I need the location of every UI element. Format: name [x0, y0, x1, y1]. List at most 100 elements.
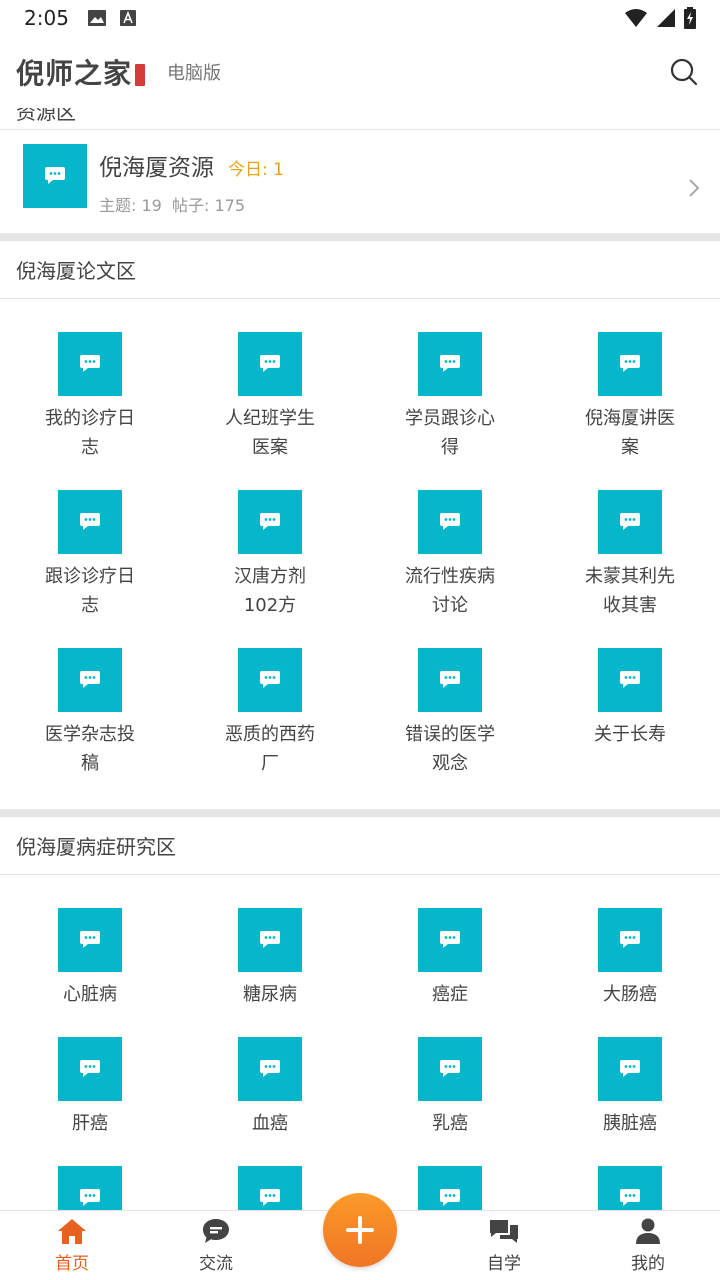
board-stats: 主题: 19 帖子: 175: [99, 196, 246, 215]
board-icon: [23, 144, 87, 208]
board-icon: [58, 1037, 122, 1101]
chat-bubble-icon: [440, 671, 460, 688]
board-icon: [238, 332, 302, 396]
thesis-section-title: 倪海厦论文区: [16, 259, 136, 283]
nav-self-study-label: 自学: [487, 1254, 521, 1274]
signal-icon: [657, 9, 675, 27]
board-icon: [598, 648, 662, 712]
board-tile[interactable]: 血癌: [180, 1037, 360, 1138]
board-tile[interactable]: 错误的医学观念: [360, 648, 540, 778]
board-label: 我的诊疗日志: [45, 408, 135, 458]
status-bar: 2:05: [0, 0, 720, 36]
board-icon: [58, 1166, 122, 1210]
thesis-board-grid: 我的诊疗日志 人纪班学生医案 学员跟诊心得 倪海厦讲医案跟诊诊疗日志 汉唐方剂102方 流…: [0, 332, 720, 778]
board-tile[interactable]: 未蒙其利先收其害: [540, 490, 720, 620]
board-tile[interactable]: 大肠癌: [540, 908, 720, 1009]
search-button[interactable]: [664, 52, 704, 92]
board-tile[interactable]: 心脏病: [0, 908, 180, 1009]
board-tile[interactable]: 癌症: [360, 908, 540, 1009]
board-icon: [598, 1166, 662, 1210]
battery-icon: [684, 7, 696, 29]
chat-bubble-icon: [440, 355, 460, 372]
disease-section-title: 倪海厦病症研究区: [16, 835, 176, 859]
chat-bubble-icon: [440, 1060, 460, 1077]
board-label: 流行性疾病讨论: [405, 566, 495, 616]
board-tile[interactable]: [540, 1166, 720, 1210]
board-icon: [418, 1166, 482, 1210]
board-tile[interactable]: 肝癌: [0, 1037, 180, 1138]
board-tile[interactable]: 我的诊疗日志: [0, 332, 180, 462]
board-label: 肝癌: [72, 1113, 108, 1134]
resource-section-title: 资源区: [16, 108, 76, 124]
chevron-right-icon: [689, 179, 700, 197]
board-tile[interactable]: 关于长寿: [540, 648, 720, 778]
board-label: 医学杂志投稿: [45, 724, 135, 774]
chat-bubble-icon: [620, 1060, 640, 1077]
chat-bubble-icon: [620, 931, 640, 948]
content-scroll-area[interactable]: 资源区 倪海厦资源 今日: 1 主题: 19 帖子: 175 倪海厦论文区 我的…: [0, 108, 720, 1210]
board-today-count: 今日: 1: [228, 160, 284, 180]
board-tile[interactable]: 胰脏癌: [540, 1037, 720, 1138]
board-icon: [238, 648, 302, 712]
chat-bubble-icon: [80, 1060, 100, 1077]
board-tile[interactable]: 医学杂志投稿: [0, 648, 180, 778]
board-icon: [598, 490, 662, 554]
disease-board-grid: 心脏病 糖尿病 癌症 大肠癌肝癌 血癌 乳癌 胰脏癌: [0, 908, 720, 1210]
nav-mine[interactable]: 我的: [576, 1211, 720, 1280]
nav-exchange[interactable]: 交流: [144, 1211, 288, 1280]
board-tile[interactable]: 学员跟诊心得: [360, 332, 540, 462]
board-tile[interactable]: 恶质的西药厂: [180, 648, 360, 778]
font-notification-icon: [119, 10, 136, 26]
board-tile[interactable]: 倪海厦讲医案: [540, 332, 720, 462]
board-label: 糖尿病: [243, 984, 297, 1005]
board-icon: [418, 490, 482, 554]
chat-bubble-icon: [45, 167, 65, 184]
board-icon: [58, 332, 122, 396]
logo-seal-icon: [135, 64, 146, 86]
board-icon: [238, 1166, 302, 1210]
board-label: 血癌: [252, 1113, 288, 1134]
board-icon: [58, 648, 122, 712]
board-tile[interactable]: 乳癌: [360, 1037, 540, 1138]
search-icon: [670, 58, 698, 86]
board-tile[interactable]: 跟诊诊疗日志: [0, 490, 180, 620]
board-label: 倪海厦讲医案: [585, 408, 675, 458]
board-tile[interactable]: [0, 1166, 180, 1210]
board-icon: [58, 490, 122, 554]
image-notification-icon: [87, 10, 106, 26]
board-tile[interactable]: [360, 1166, 540, 1210]
board-tile[interactable]: 流行性疾病讨论: [360, 490, 540, 620]
board-label: 人纪班学生医案: [225, 408, 315, 458]
board-label: 关于长寿: [594, 724, 666, 745]
board-tile[interactable]: 人纪班学生医案: [180, 332, 360, 462]
chat-bubble-icon: [620, 513, 640, 530]
nav-self-study[interactable]: 自学: [432, 1211, 576, 1280]
board-label: 学员跟诊心得: [405, 408, 495, 458]
user-icon: [636, 1218, 660, 1244]
board-tile[interactable]: 汉唐方剂102方: [180, 490, 360, 620]
chat-bubble-icon: [440, 513, 460, 530]
board-label: 胰脏癌: [603, 1113, 657, 1134]
post-fab-button[interactable]: [323, 1193, 397, 1267]
board-row-nihaixia-resources[interactable]: 倪海厦资源 今日: 1 主题: 19 帖子: 175: [0, 130, 720, 234]
nav-mine-label: 我的: [631, 1254, 665, 1274]
board-name: 倪海厦资源: [99, 155, 214, 181]
board-icon: [418, 1037, 482, 1101]
chat-bubble-icon: [440, 1189, 460, 1206]
status-time: 2:05: [24, 6, 69, 30]
chat-icon: [203, 1219, 229, 1243]
board-label: 乳癌: [432, 1113, 468, 1134]
chat-bubble-icon: [80, 1189, 100, 1206]
chat-bubble-icon: [260, 671, 280, 688]
board-tile[interactable]: 糖尿病: [180, 908, 360, 1009]
home-icon: [58, 1219, 86, 1244]
board-label: 错误的医学观念: [405, 724, 495, 774]
nav-home[interactable]: 首页: [0, 1211, 144, 1280]
wifi-icon: [625, 9, 647, 27]
board-icon: [418, 648, 482, 712]
app-header: 倪师之家 电脑版: [0, 36, 720, 108]
board-label: 癌症: [432, 984, 468, 1005]
chat-bubble-icon: [260, 513, 280, 530]
board-label: 心脏病: [63, 984, 117, 1005]
desktop-version-link[interactable]: 电脑版: [167, 59, 221, 85]
